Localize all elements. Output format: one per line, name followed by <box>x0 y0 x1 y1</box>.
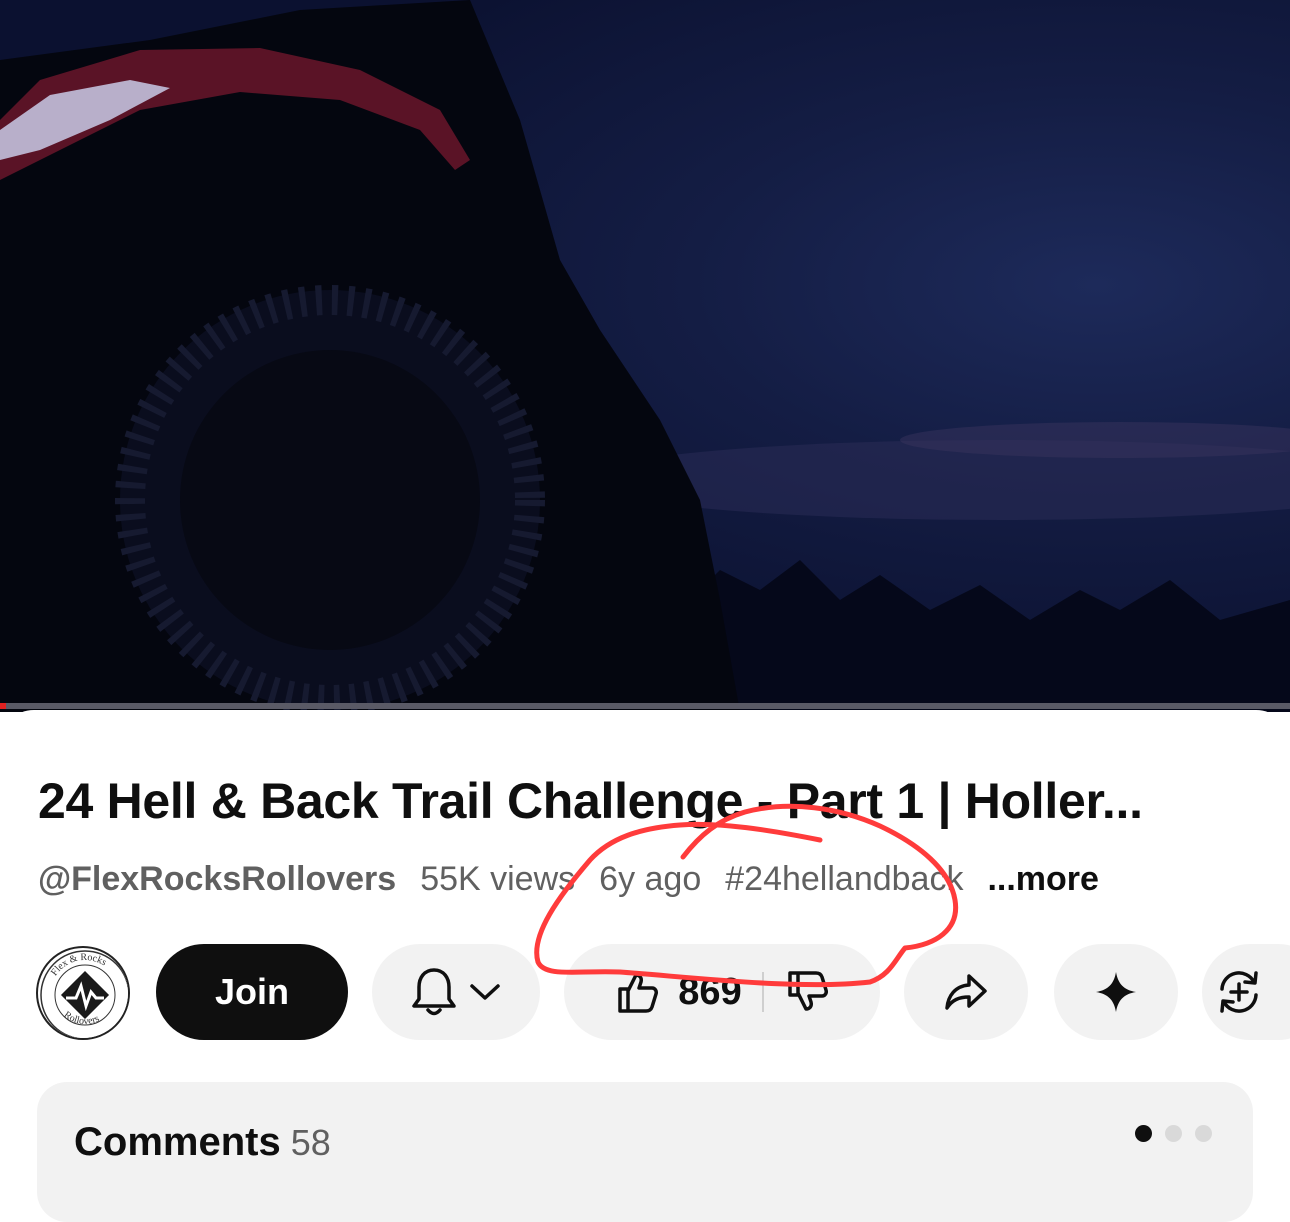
video-player[interactable] <box>0 0 1290 712</box>
thumbs-down-icon <box>787 971 828 1011</box>
channel-logo-icon: Flex & Rocks Rollovers <box>40 950 128 1038</box>
ask-ai-button[interactable] <box>1054 944 1178 1040</box>
join-label: Join <box>214 971 289 1012</box>
comments-panel[interactable]: Comments 58 <box>37 1082 1253 1222</box>
thumbs-up-icon <box>618 973 659 1013</box>
video-progress-bar[interactable] <box>0 703 1290 709</box>
carousel-dot-active[interactable] <box>1135 1125 1152 1142</box>
share-button[interactable] <box>904 944 1028 1040</box>
channel-handle[interactable]: @FlexRocksRollovers <box>38 860 396 899</box>
subscription-bell-button[interactable] <box>372 944 540 1040</box>
channel-avatar[interactable]: Flex & Rocks Rollovers <box>36 946 130 1040</box>
like-button[interactable]: 869 <box>614 944 742 1040</box>
dislike-button[interactable] <box>784 944 830 1040</box>
bell-icon <box>412 968 456 1016</box>
comments-count: 58 <box>290 1122 331 1163</box>
carousel-dots[interactable] <box>1135 1125 1212 1142</box>
video-meta-row[interactable]: @FlexRocksRollovers 55K views 6y ago #24… <box>38 857 1099 901</box>
carousel-dot[interactable] <box>1195 1125 1212 1142</box>
hashtag-link[interactable]: #24hellandback <box>725 860 963 899</box>
upload-age: 6y ago <box>599 859 702 898</box>
like-divider <box>761 972 764 1012</box>
like-dislike-group: 869 <box>564 944 880 1040</box>
comments-label: Comments <box>74 1120 281 1164</box>
video-frame <box>0 0 1290 712</box>
sparkle-icon <box>1096 972 1136 1012</box>
video-progress-fill <box>0 703 7 709</box>
share-icon <box>945 974 987 1010</box>
carousel-dot[interactable] <box>1165 1125 1182 1142</box>
chevron-down-icon <box>470 984 500 1000</box>
join-button[interactable]: Join <box>156 944 348 1040</box>
view-count: 55K views <box>420 859 576 898</box>
remix-icon <box>1220 971 1258 1013</box>
comments-heading: Comments 58 <box>74 1120 331 1165</box>
more-button[interactable]: ...more <box>987 860 1098 899</box>
like-count: 869 <box>678 970 742 1013</box>
video-title[interactable]: 24 Hell & Back Trail Challenge - Part 1 … <box>38 772 1258 830</box>
remix-button[interactable] <box>1202 944 1290 1040</box>
